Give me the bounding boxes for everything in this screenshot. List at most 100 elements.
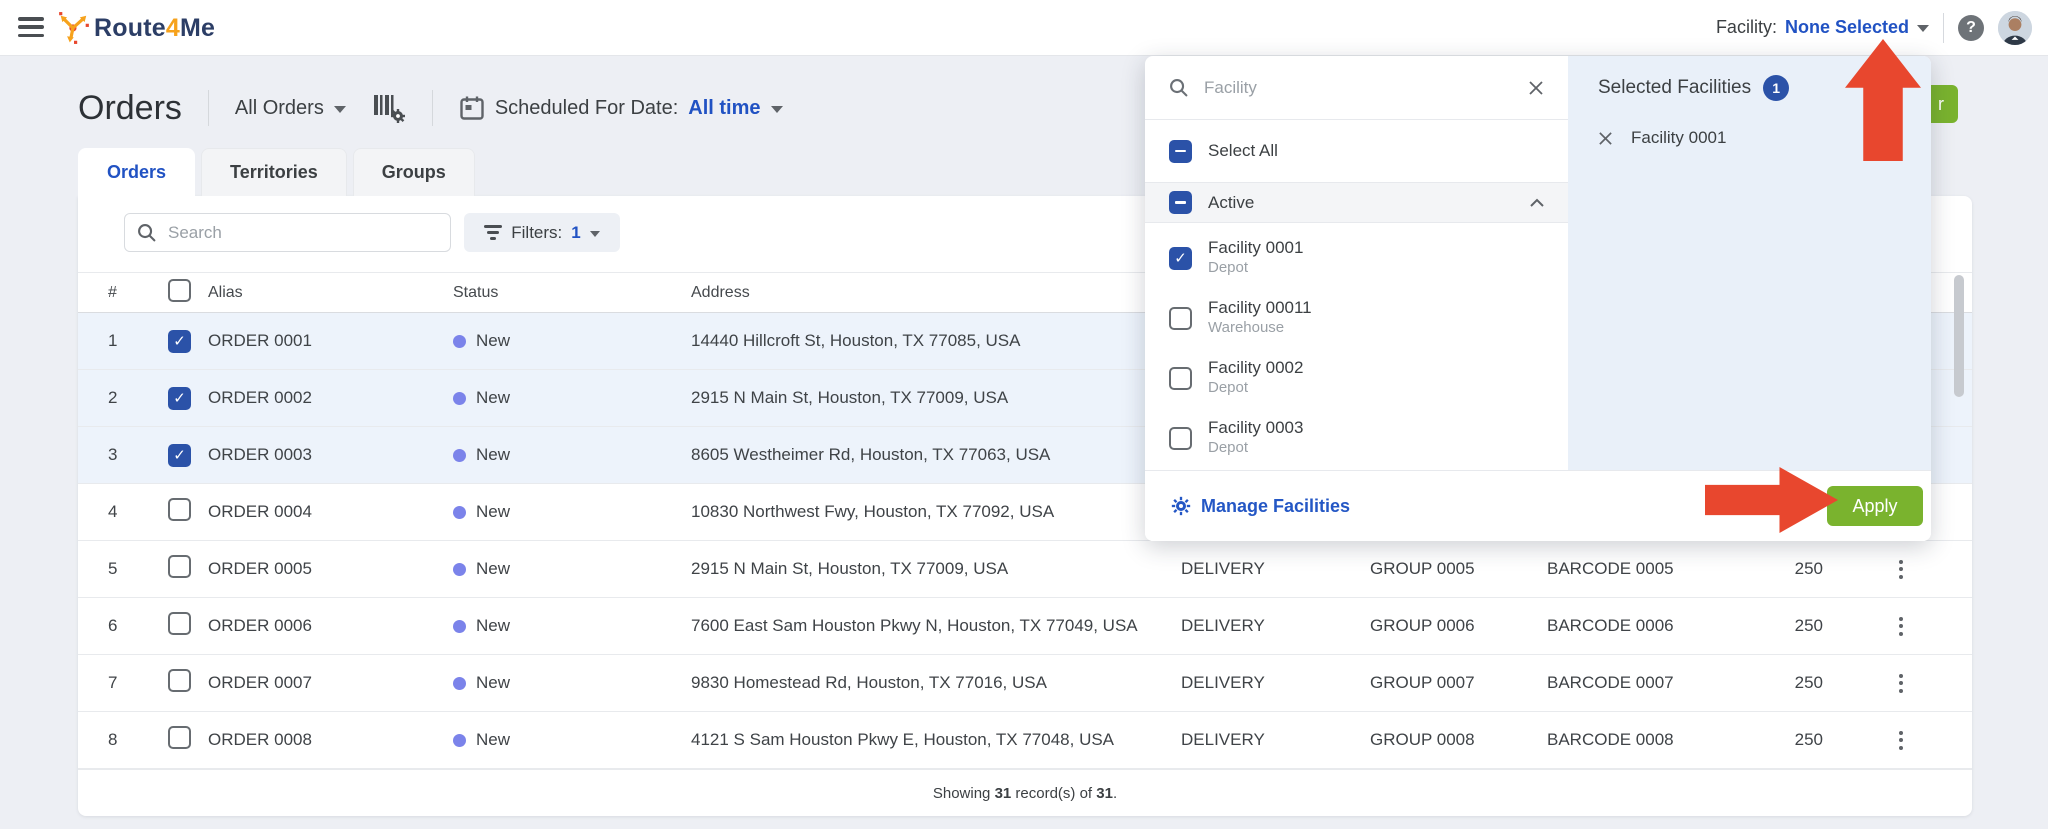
- avatar[interactable]: [1998, 10, 2032, 45]
- facility-search-box[interactable]: [1145, 56, 1568, 120]
- menu-icon[interactable]: [18, 17, 44, 37]
- selected-count-badge: 1: [1763, 75, 1790, 101]
- row-number: 6: [108, 616, 118, 635]
- order-barcode: BARCODE 0005: [1547, 559, 1674, 578]
- status-dot: [453, 676, 466, 690]
- facility-option[interactable]: Facility 0003 Depot: [1145, 408, 1568, 468]
- select-all-checkbox[interactable]: [1169, 139, 1192, 163]
- selected-facility-label: Facility 0001: [1631, 128, 1727, 147]
- facility-selector[interactable]: Facility: None Selected: [1716, 17, 1929, 38]
- manage-facilities-link[interactable]: Manage Facilities: [1171, 496, 1350, 517]
- partial-button-label: r: [1938, 93, 1944, 114]
- route4me-logo-icon: [59, 12, 89, 44]
- facility-search-input[interactable]: [1202, 76, 1528, 99]
- vertical-scrollbar[interactable]: [1954, 275, 1964, 397]
- search-input[interactable]: [166, 221, 438, 244]
- order-alias: ORDER 0004: [208, 502, 312, 521]
- apply-button[interactable]: Apply: [1827, 486, 1923, 526]
- help-icon[interactable]: ?: [1958, 14, 1984, 41]
- row-number: 5: [108, 559, 118, 578]
- records-summary: Showing 31 record(s) of 31.: [78, 769, 1972, 816]
- facility-type: Warehouse: [1208, 318, 1285, 336]
- row-checkbox[interactable]: [168, 669, 191, 692]
- facility-group-active[interactable]: Active: [1145, 183, 1568, 223]
- order-group: GROUP 0008: [1370, 730, 1475, 749]
- table-row[interactable]: 7 ORDER 0007 New 9830 Homestead Rd, Hous…: [78, 655, 1972, 712]
- chevron-down-icon: [333, 105, 346, 113]
- table-row[interactable]: 5 ORDER 0005 New 2915 N Main St, Houston…: [78, 541, 1972, 598]
- order-barcode: BARCODE 0007: [1547, 673, 1674, 692]
- manage-facilities-label: Manage Facilities: [1201, 495, 1351, 516]
- remove-facility-icon[interactable]: [1598, 131, 1613, 146]
- facility-checkbox[interactable]: [1169, 306, 1192, 330]
- order-address: 2915 N Main St, Houston, TX 77009, USA: [691, 559, 1009, 578]
- facility-checkbox[interactable]: [1169, 246, 1192, 270]
- search-box[interactable]: [124, 213, 451, 252]
- row-number: 4: [108, 502, 118, 521]
- kebab-menu-icon[interactable]: [1893, 611, 1909, 642]
- status-badge: New: [476, 673, 511, 692]
- row-checkbox[interactable]: [168, 726, 191, 749]
- facility-name: Facility 00011: [1208, 298, 1312, 318]
- orders-scope-dropdown[interactable]: All Orders: [235, 97, 346, 120]
- kebab-menu-icon[interactable]: [1893, 668, 1909, 699]
- app-root: Route4MeRoute4Me Facility: None Selected…: [0, 0, 2048, 829]
- row-checkbox[interactable]: [168, 555, 191, 578]
- orders-scope-value: All Orders: [234, 96, 324, 119]
- chevron-up-icon[interactable]: [1530, 198, 1544, 207]
- row-checkbox[interactable]: [168, 443, 191, 467]
- row-checkbox[interactable]: [168, 329, 191, 353]
- row-number: 2: [108, 388, 118, 407]
- search-icon: [1170, 79, 1188, 97]
- status-badge: New: [476, 445, 511, 464]
- column-header-status[interactable]: Status: [453, 284, 691, 302]
- facility-type: Depot: [1208, 438, 1249, 456]
- group-checkbox[interactable]: [1169, 191, 1192, 214]
- kebab-menu-icon[interactable]: [1893, 554, 1909, 585]
- clear-search-icon[interactable]: [1528, 80, 1544, 96]
- tab-territories[interactable]: Territories: [201, 148, 347, 196]
- table-row[interactable]: 6 ORDER 0006 New 7600 East Sam Houston P…: [78, 598, 1972, 655]
- page-header: Orders All Orders Scheduled For Date: Al…: [78, 80, 783, 136]
- kebab-menu-icon[interactable]: [1893, 725, 1909, 756]
- status-dot: [453, 391, 466, 405]
- barcode-settings-icon[interactable]: [372, 92, 406, 124]
- facility-option[interactable]: Facility 00011 Warehouse: [1145, 288, 1568, 348]
- top-bar: Route4MeRoute4Me Facility: None Selected…: [0, 0, 2048, 56]
- facility-name: Facility 0002: [1208, 358, 1304, 378]
- select-all-label: Select All: [1208, 141, 1278, 160]
- facility-dropdown-panel: Select All Active Facility 0001 Depot Fa…: [1145, 56, 1931, 541]
- facility-checkbox[interactable]: [1169, 366, 1192, 390]
- order-alias: ORDER 0002: [208, 388, 312, 407]
- facility-option[interactable]: Facility 0002 Depot: [1145, 348, 1568, 408]
- filter-icon: [484, 225, 503, 240]
- table-row[interactable]: 8 ORDER 0008 New 4121 S Sam Houston Pkwy…: [78, 712, 1972, 769]
- filters-button[interactable]: Filters: 1: [464, 213, 620, 252]
- column-header-num[interactable]: #: [78, 284, 132, 302]
- column-header-address[interactable]: Address: [691, 284, 1181, 302]
- facility-type: Depot: [1208, 378, 1249, 396]
- chevron-down-icon: [1917, 25, 1929, 32]
- tab-orders[interactable]: Orders: [78, 148, 196, 196]
- select-all-facilities[interactable]: Select All: [1145, 120, 1568, 183]
- facility-checkbox[interactable]: [1169, 426, 1192, 450]
- order-alias: ORDER 0006: [208, 616, 312, 635]
- tab-groups[interactable]: Groups: [352, 148, 475, 196]
- filters-count: 1: [571, 222, 581, 242]
- schedule-date-dropdown[interactable]: Scheduled For Date: All time: [459, 95, 783, 122]
- facility-option[interactable]: Facility 0001 Depot: [1145, 228, 1568, 288]
- order-type: DELIVERY: [1181, 559, 1265, 578]
- group-label: Active: [1208, 192, 1255, 212]
- select-all-rows-checkbox[interactable]: [168, 278, 191, 302]
- column-header-alias[interactable]: Alias: [208, 284, 453, 302]
- status-dot: [453, 619, 466, 633]
- facility-name: Facility 0003: [1208, 418, 1304, 438]
- order-qty: 250: [1794, 559, 1823, 578]
- order-group: GROUP 0007: [1370, 673, 1475, 692]
- row-checkbox[interactable]: [168, 612, 191, 635]
- row-checkbox[interactable]: [168, 386, 191, 410]
- row-checkbox[interactable]: [168, 498, 191, 521]
- order-address: 2915 N Main St, Houston, TX 77009, USA: [691, 388, 1009, 407]
- search-icon: [138, 224, 156, 242]
- tab-bar: Orders Territories Groups: [78, 148, 475, 196]
